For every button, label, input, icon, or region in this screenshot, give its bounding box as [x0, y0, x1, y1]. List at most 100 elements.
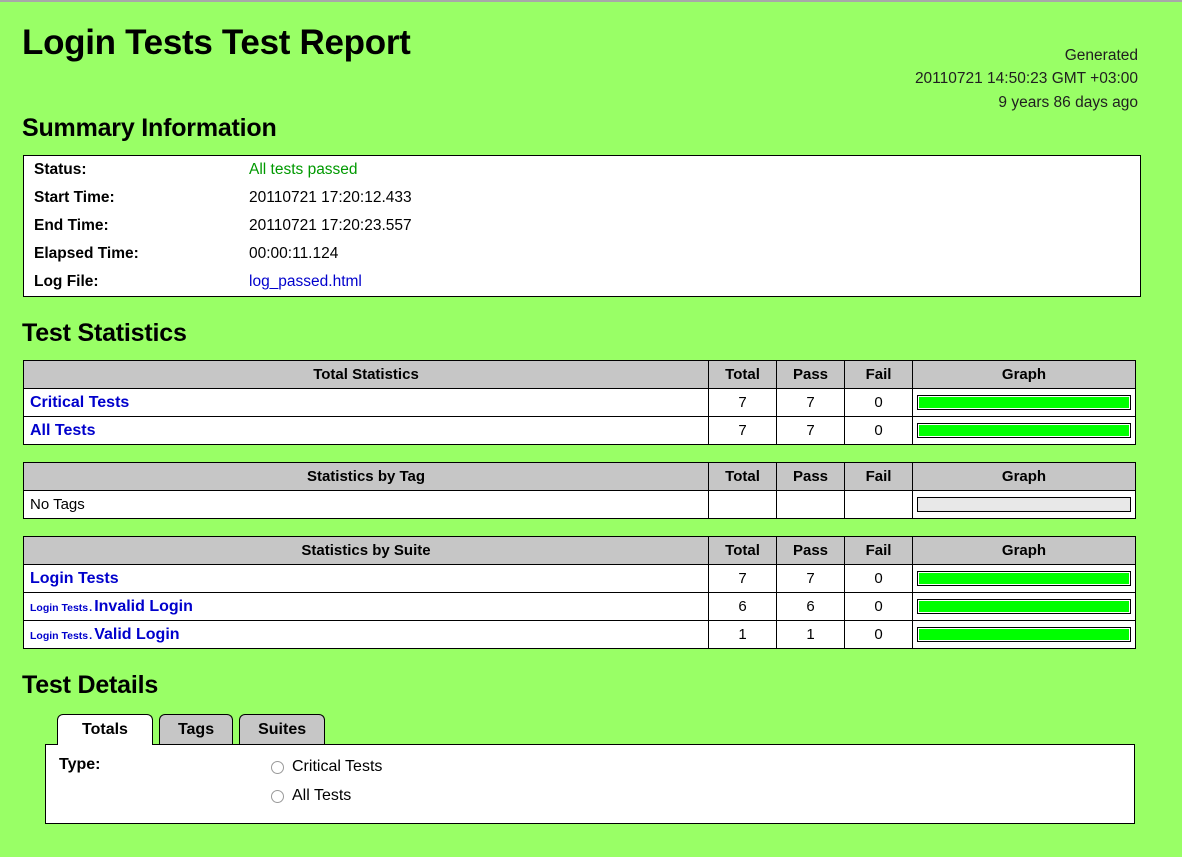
statistics-row-name[interactable]: Critical Tests [24, 389, 709, 417]
table-row: Login Tests770 [24, 565, 1136, 593]
summary-value-text: 00:00:11.124 [249, 245, 338, 262]
statistics-pass-cell: 1 [777, 621, 845, 649]
statistics-table: Statistics by TagTotalPassFailGraphNo Ta… [23, 462, 1136, 519]
summary-row: Status: All tests passed [24, 156, 1141, 185]
report-page: Login Tests Test Report Generated 201107… [0, 2, 1182, 824]
statistics-fail-header: Fail [845, 361, 913, 389]
statistics-name-header: Total Statistics [24, 361, 709, 389]
summary-row-value: All tests passed [239, 156, 1141, 185]
statistics-name-header: Statistics by Suite [24, 537, 709, 565]
summary-value-text: 20110721 17:20:23.557 [249, 217, 412, 234]
details-type-row: Type: Critical TestsAll Tests [46, 753, 1134, 811]
summary-table-body: Status:All tests passedStart Time:201107… [24, 156, 1141, 297]
statistics-fail-cell: 0 [845, 593, 913, 621]
details-tabs-wrapper: TotalsTagsSuites Type: Critical TestsAll… [45, 714, 1160, 824]
statistics-header-row: Statistics by TagTotalPassFailGraph [24, 463, 1136, 491]
statistics-row-name[interactable]: Login Tests.Invalid Login [24, 593, 709, 621]
generated-ago: 9 years 86 days ago [915, 91, 1138, 114]
table-row: All Tests770 [24, 417, 1136, 445]
statistics-pass-header: Pass [777, 463, 845, 491]
statistics-graph-header: Graph [913, 537, 1136, 565]
statistics-graph-header: Graph [913, 361, 1136, 389]
statistics-heading: Test Statistics [22, 319, 1160, 348]
table-row: Login Tests.Invalid Login660 [24, 593, 1136, 621]
statistics-row-name: No Tags [24, 491, 709, 519]
statistics-name-link[interactable]: Invalid Login [94, 598, 193, 615]
statistics-name-link[interactable]: Valid Login [94, 626, 179, 643]
statistics-graph-cell [913, 389, 1136, 417]
type-option-row[interactable]: All Tests [271, 782, 382, 811]
tab-suites[interactable]: Suites [239, 714, 325, 744]
statistics-fail-cell: 0 [845, 621, 913, 649]
statistics-pass-header: Pass [777, 361, 845, 389]
pass-fail-bar [917, 497, 1131, 512]
statistics-name-link[interactable]: All Tests [30, 422, 96, 439]
statistics-fail-cell: 0 [845, 389, 913, 417]
summary-row-value[interactable]: log_passed.html [239, 268, 1141, 297]
summary-row-value: 20110721 17:20:23.557 [239, 212, 1141, 240]
statistics-pass-cell: 6 [777, 593, 845, 621]
bar-pass-segment [919, 397, 1129, 408]
statistics-fail-header: Fail [845, 463, 913, 491]
statistics-fail-cell [845, 491, 913, 519]
generated-timestamp: 20110721 14:50:23 GMT +03:00 [915, 67, 1138, 90]
statistics-total-cell: 7 [709, 389, 777, 417]
details-heading: Test Details [22, 671, 1160, 700]
statistics-total-cell: 6 [709, 593, 777, 621]
summary-row-label: Elapsed Time: [24, 240, 240, 268]
type-option-label: All Tests [292, 787, 351, 805]
details-type-options: Critical Tests All Tests [271, 753, 382, 811]
statistics-header-row: Total StatisticsTotalPassFailGraph [24, 361, 1136, 389]
statistics-pass-cell [777, 491, 845, 519]
table-row: Login Tests.Valid Login110 [24, 621, 1136, 649]
statistics-row-name[interactable]: Login Tests [24, 565, 709, 593]
pass-fail-bar [917, 627, 1131, 642]
summary-table: Status:All tests passedStart Time:201107… [23, 155, 1141, 297]
table-row: Critical Tests770 [24, 389, 1136, 417]
details-tab-list: TotalsTagsSuites [45, 714, 1160, 744]
statistics-graph-cell [913, 491, 1136, 519]
statistics-name-link[interactable]: Critical Tests [30, 394, 129, 411]
log-file-link[interactable]: log_passed.html [249, 273, 362, 290]
statistics-pass-cell: 7 [777, 565, 845, 593]
statistics-name-link[interactable]: Login Tests [30, 570, 119, 587]
bar-pass-segment [919, 425, 1129, 436]
statistics-fail-cell: 0 [845, 565, 913, 593]
statistics-total-header: Total [709, 361, 777, 389]
parent-suite-name[interactable]: Login Tests [30, 630, 88, 642]
radio-button[interactable] [271, 790, 284, 803]
radio-button[interactable] [271, 761, 284, 774]
statistics-total-cell [709, 491, 777, 519]
parent-suite-name[interactable]: Login Tests [30, 602, 88, 614]
type-option-label: Critical Tests [292, 758, 382, 776]
summary-row-value: 00:00:11.124 [239, 240, 1141, 268]
statistics-total-cell: 7 [709, 565, 777, 593]
generated-label: Generated [915, 44, 1138, 67]
summary-heading: Summary Information [22, 114, 1160, 143]
summary-row: End Time: 20110721 17:20:23.557 [24, 212, 1141, 240]
statistics-table: Statistics by SuiteTotalPassFailGraphLog… [23, 536, 1136, 649]
summary-row-value: 20110721 17:20:12.433 [239, 184, 1141, 212]
tab-totals[interactable]: Totals [57, 714, 153, 744]
statistics-row-name[interactable]: All Tests [24, 417, 709, 445]
statistics-pass-cell: 7 [777, 417, 845, 445]
summary-row-label: Start Time: [24, 184, 240, 212]
statistics-graph-cell [913, 621, 1136, 649]
statistics-graph-cell [913, 417, 1136, 445]
bar-pass-segment [919, 601, 1129, 612]
statistics-pass-cell: 7 [777, 389, 845, 417]
statistics-total-cell: 7 [709, 417, 777, 445]
pass-fail-bar [917, 395, 1131, 410]
statistics-total-header: Total [709, 463, 777, 491]
summary-row-label: End Time: [24, 212, 240, 240]
status-badge: All tests passed [249, 161, 358, 178]
summary-row-label: Log File: [24, 268, 240, 297]
tab-tags[interactable]: Tags [159, 714, 233, 744]
statistics-row-name[interactable]: Login Tests.Valid Login [24, 621, 709, 649]
summary-row-label: Status: [24, 156, 240, 185]
bar-pass-segment [919, 629, 1129, 640]
type-option-row[interactable]: Critical Tests [271, 753, 382, 782]
summary-row: Elapsed Time: 00:00:11.124 [24, 240, 1141, 268]
statistics-table: Total StatisticsTotalPassFailGraph Critic… [23, 360, 1136, 445]
statistics-tables: Total StatisticsTotalPassFailGraphCritic… [22, 360, 1160, 649]
